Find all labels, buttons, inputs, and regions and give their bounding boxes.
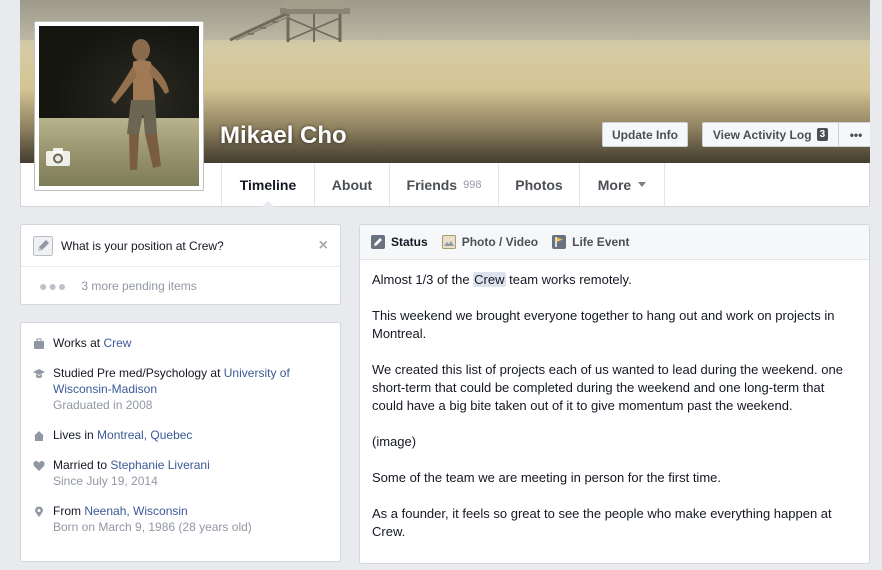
- ellipsis-icon: ●●●: [39, 278, 68, 294]
- tab-about-label: About: [331, 176, 373, 193]
- photo-icon: [441, 235, 456, 249]
- tab-life-event-label: Life Event: [572, 235, 630, 249]
- about-relationship: Married to Stephanie Liverani Since July…: [33, 457, 328, 489]
- post-paragraph: This weekend we brought everyone togethe…: [372, 308, 835, 341]
- intro-card: Works at Crew Studied Pre med/Psychology…: [20, 322, 341, 562]
- tab-life-event[interactable]: Life Event: [552, 235, 630, 249]
- post-composer: Status Photo / Video Life Event Almost 1…: [359, 224, 870, 564]
- profile-picture[interactable]: [34, 21, 204, 191]
- profile-question-card: What is your position at Crew? × ●●● 3 m…: [20, 224, 341, 305]
- camera-icon[interactable]: [45, 147, 71, 167]
- married-prefix: Married to: [53, 458, 111, 472]
- question-text: What is your position at Crew?: [61, 238, 224, 253]
- tab-about[interactable]: About: [314, 163, 389, 206]
- employer-link[interactable]: Crew: [103, 336, 131, 350]
- pending-items-text: 3 more pending items: [81, 279, 197, 293]
- person-figure-image: [111, 39, 169, 170]
- status-textarea[interactable]: Almost 1/3 of the Crew team works remote…: [360, 260, 869, 570]
- about-hometown: From Neenah, Wisconsin Born on March 9, …: [33, 503, 328, 535]
- friends-count: 998: [463, 178, 482, 191]
- married-since-text: Since July 19, 2014: [53, 474, 158, 488]
- tab-photos[interactable]: Photos: [498, 163, 579, 206]
- pending-items-row[interactable]: ●●● 3 more pending items: [21, 267, 340, 305]
- tab-timeline-label: Timeline: [239, 176, 297, 193]
- activity-log-count-badge: 3: [816, 128, 829, 141]
- home-icon: [34, 431, 44, 441]
- tab-photo-video[interactable]: Photo / Video: [441, 235, 539, 249]
- p1-before: Almost 1/3 of the: [372, 272, 474, 287]
- tab-timeline[interactable]: Timeline: [221, 163, 314, 207]
- lives-prefix: Lives in: [53, 428, 98, 442]
- view-activity-log-label: View Activity Log: [712, 127, 812, 142]
- post-paragraph: We created this list of projects each of…: [372, 362, 843, 413]
- tab-status[interactable]: Status: [371, 235, 428, 249]
- about-lives: Lives in Montreal, Quebec: [33, 427, 328, 443]
- tab-friends-label: Friends: [406, 176, 458, 193]
- hometown-link[interactable]: Neenah, Wisconsin: [84, 504, 187, 518]
- chevron-down-icon: [638, 182, 647, 187]
- profile-name[interactable]: Mikael Cho: [220, 122, 347, 150]
- post-paragraph: Almost 1/3 of the Crew team works remote…: [372, 271, 857, 289]
- from-prefix: From: [53, 504, 85, 518]
- about-work: Works at Crew: [33, 335, 328, 351]
- briefcase-icon: [34, 338, 44, 349]
- lifeguard-tower-image: [229, 0, 350, 42]
- p1-after: team works remotely.: [505, 272, 632, 287]
- studied-prefix: Studied Pre med/Psychology at: [53, 366, 224, 380]
- post-paragraph: As a founder, it feels so great to see t…: [372, 506, 832, 539]
- post-paragraph: (image): [372, 434, 417, 449]
- close-icon[interactable]: ×: [319, 237, 328, 255]
- question-row[interactable]: What is your position at Crew? ×: [21, 225, 340, 267]
- pencil-icon: [33, 235, 53, 256]
- spouse-link[interactable]: Stephanie Liverani: [110, 458, 209, 472]
- mention-tag-crew[interactable]: Crew: [473, 272, 506, 287]
- view-activity-log-button[interactable]: View Activity Log 3: [702, 122, 838, 147]
- tab-friends[interactable]: Friends 998: [389, 163, 498, 206]
- update-info-button[interactable]: Update Info: [602, 122, 688, 147]
- post-paragraph: Some of the team we are meeting in perso…: [372, 470, 721, 485]
- tab-photo-video-label: Photo / Video: [461, 235, 539, 249]
- tab-status-label: Status: [391, 235, 428, 249]
- active-tab-indicator: [261, 201, 275, 207]
- edit-status-icon: [371, 235, 385, 249]
- more-options-button[interactable]: •••: [838, 122, 870, 147]
- location-pin-icon: [35, 506, 43, 517]
- birthday-text: Born on March 9, 1986 (28 years old): [53, 520, 252, 534]
- flag-icon: [552, 235, 567, 249]
- works-prefix: Works at: [53, 336, 104, 350]
- graduated-text: Graduated in 2008: [53, 398, 153, 412]
- tab-photos-label: Photos: [515, 176, 563, 193]
- graduation-cap-icon: [33, 369, 45, 378]
- heart-icon: [33, 461, 45, 471]
- current-city-link[interactable]: Montreal, Quebec: [97, 428, 192, 442]
- tab-more[interactable]: More: [579, 163, 665, 206]
- tab-more-label: More: [597, 176, 632, 193]
- composer-tabs: Status Photo / Video Life Event: [360, 225, 869, 260]
- profile-tabs: Timeline About Friends 998 Photos More: [221, 163, 665, 207]
- about-education: Studied Pre med/Psychology at University…: [33, 365, 328, 413]
